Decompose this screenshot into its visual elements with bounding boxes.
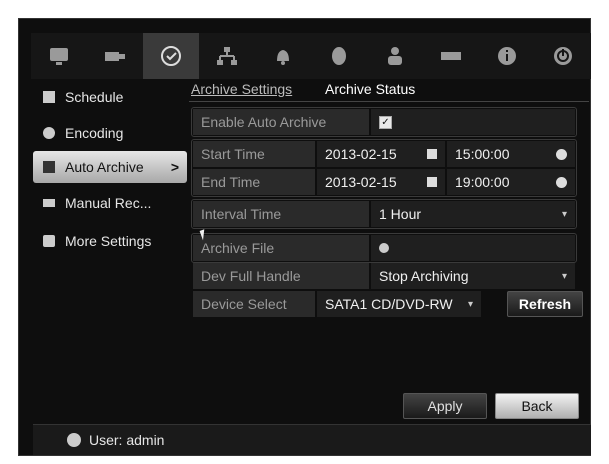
sidebar-item-label: More Settings <box>65 233 152 249</box>
archive-icon <box>43 161 55 173</box>
record-icon[interactable] <box>143 33 199 79</box>
user-icon <box>67 433 81 447</box>
apply-button[interactable]: Apply <box>403 393 487 419</box>
sidebar-item-auto-archive[interactable]: Auto Archive > <box>33 151 187 183</box>
start-clock-field[interactable]: 15:00:00 <box>447 141 575 167</box>
sidebar-item-label: Schedule <box>65 89 124 105</box>
sidebar-item-label: Auto Archive <box>65 159 144 175</box>
sidebar-item-label: Encoding <box>65 125 124 141</box>
network-icon[interactable] <box>199 33 255 79</box>
chevron-down-icon: ▾ <box>561 208 567 220</box>
clock-icon[interactable] <box>556 148 567 160</box>
enable-auto-archive-checkbox[interactable]: ✓ <box>379 115 392 129</box>
current-user: User: admin <box>89 432 165 448</box>
interval-time-label: Interval Time <box>193 201 369 227</box>
end-clock-field[interactable]: 19:00:00 <box>447 169 575 195</box>
dev-full-handle-value: Stop Archiving <box>379 268 469 284</box>
hdd-icon[interactable] <box>311 33 367 79</box>
archive-file-label: Archive File <box>193 235 369 261</box>
interval-time-value: 1 Hour <box>379 206 422 222</box>
camera-icon[interactable] <box>87 33 143 79</box>
info-icon[interactable] <box>479 33 535 79</box>
start-date-field[interactable]: 2013-02-15 <box>317 141 445 167</box>
chevron-right-icon: > <box>170 159 179 175</box>
gear-icon <box>43 127 55 139</box>
tab-archive-settings[interactable]: Archive Settings <box>191 81 292 97</box>
refresh-button[interactable]: Refresh <box>507 291 583 317</box>
status-bar: User: admin <box>33 424 591 455</box>
dev-full-handle-label: Dev Full Handle <box>193 263 369 289</box>
clock-icon[interactable] <box>556 176 567 188</box>
monitor-icon[interactable] <box>31 33 87 79</box>
start-clock-value: 15:00:00 <box>455 146 510 162</box>
device-select-value: SATA1 CD/DVD-RW <box>325 296 453 312</box>
calendar-icon <box>43 91 55 103</box>
archive-file-row <box>371 235 575 261</box>
end-date-value: 2013-02-15 <box>325 174 397 190</box>
sidebar: Schedule Encoding Auto Archive > Manual … <box>33 81 187 421</box>
settings-icon <box>43 235 55 247</box>
user-icon[interactable] <box>367 33 423 79</box>
dvr-screen: Schedule Encoding Auto Archive > Manual … <box>18 18 591 456</box>
tab-bar: Archive Settings Archive Status <box>189 77 589 102</box>
chevron-down-icon: ▾ <box>467 298 473 310</box>
main-panel: Archive Settings Archive Status Enable A… <box>189 77 589 423</box>
dev-full-handle-select[interactable]: Stop Archiving ▾ <box>371 263 575 289</box>
enable-auto-archive-row: ✓ <box>371 109 575 135</box>
power-icon[interactable] <box>535 33 591 79</box>
alarm-bell-icon[interactable] <box>255 33 311 79</box>
end-clock-value: 19:00:00 <box>455 174 510 190</box>
device-select-dropdown[interactable]: SATA1 CD/DVD-RW ▾ <box>317 291 481 317</box>
interval-time-select[interactable]: 1 Hour ▾ <box>371 201 575 227</box>
start-time-label: Start Time <box>193 141 315 167</box>
record-tape-icon <box>43 199 55 207</box>
gear-icon[interactable] <box>379 243 389 253</box>
start-date-value: 2013-02-15 <box>325 146 397 162</box>
main-toolbar <box>31 33 591 79</box>
sidebar-item-encoding[interactable]: Encoding <box>33 117 187 149</box>
enable-auto-archive-label: Enable Auto Archive <box>193 109 369 135</box>
tab-archive-status[interactable]: Archive Status <box>325 81 415 97</box>
calendar-icon[interactable] <box>427 149 437 159</box>
chevron-down-icon: ▾ <box>561 270 567 282</box>
sidebar-item-manual-rec[interactable]: Manual Rec... <box>33 187 187 219</box>
device-select-label: Device Select <box>193 291 315 317</box>
device-icon[interactable] <box>423 33 479 79</box>
end-date-field[interactable]: 2013-02-15 <box>317 169 445 195</box>
sidebar-item-more-settings[interactable]: More Settings <box>33 225 187 257</box>
back-button[interactable]: Back <box>495 393 579 419</box>
calendar-icon[interactable] <box>427 177 437 187</box>
end-time-label: End Time <box>193 169 315 195</box>
sidebar-item-label: Manual Rec... <box>65 195 152 211</box>
sidebar-item-schedule[interactable]: Schedule <box>33 81 187 113</box>
